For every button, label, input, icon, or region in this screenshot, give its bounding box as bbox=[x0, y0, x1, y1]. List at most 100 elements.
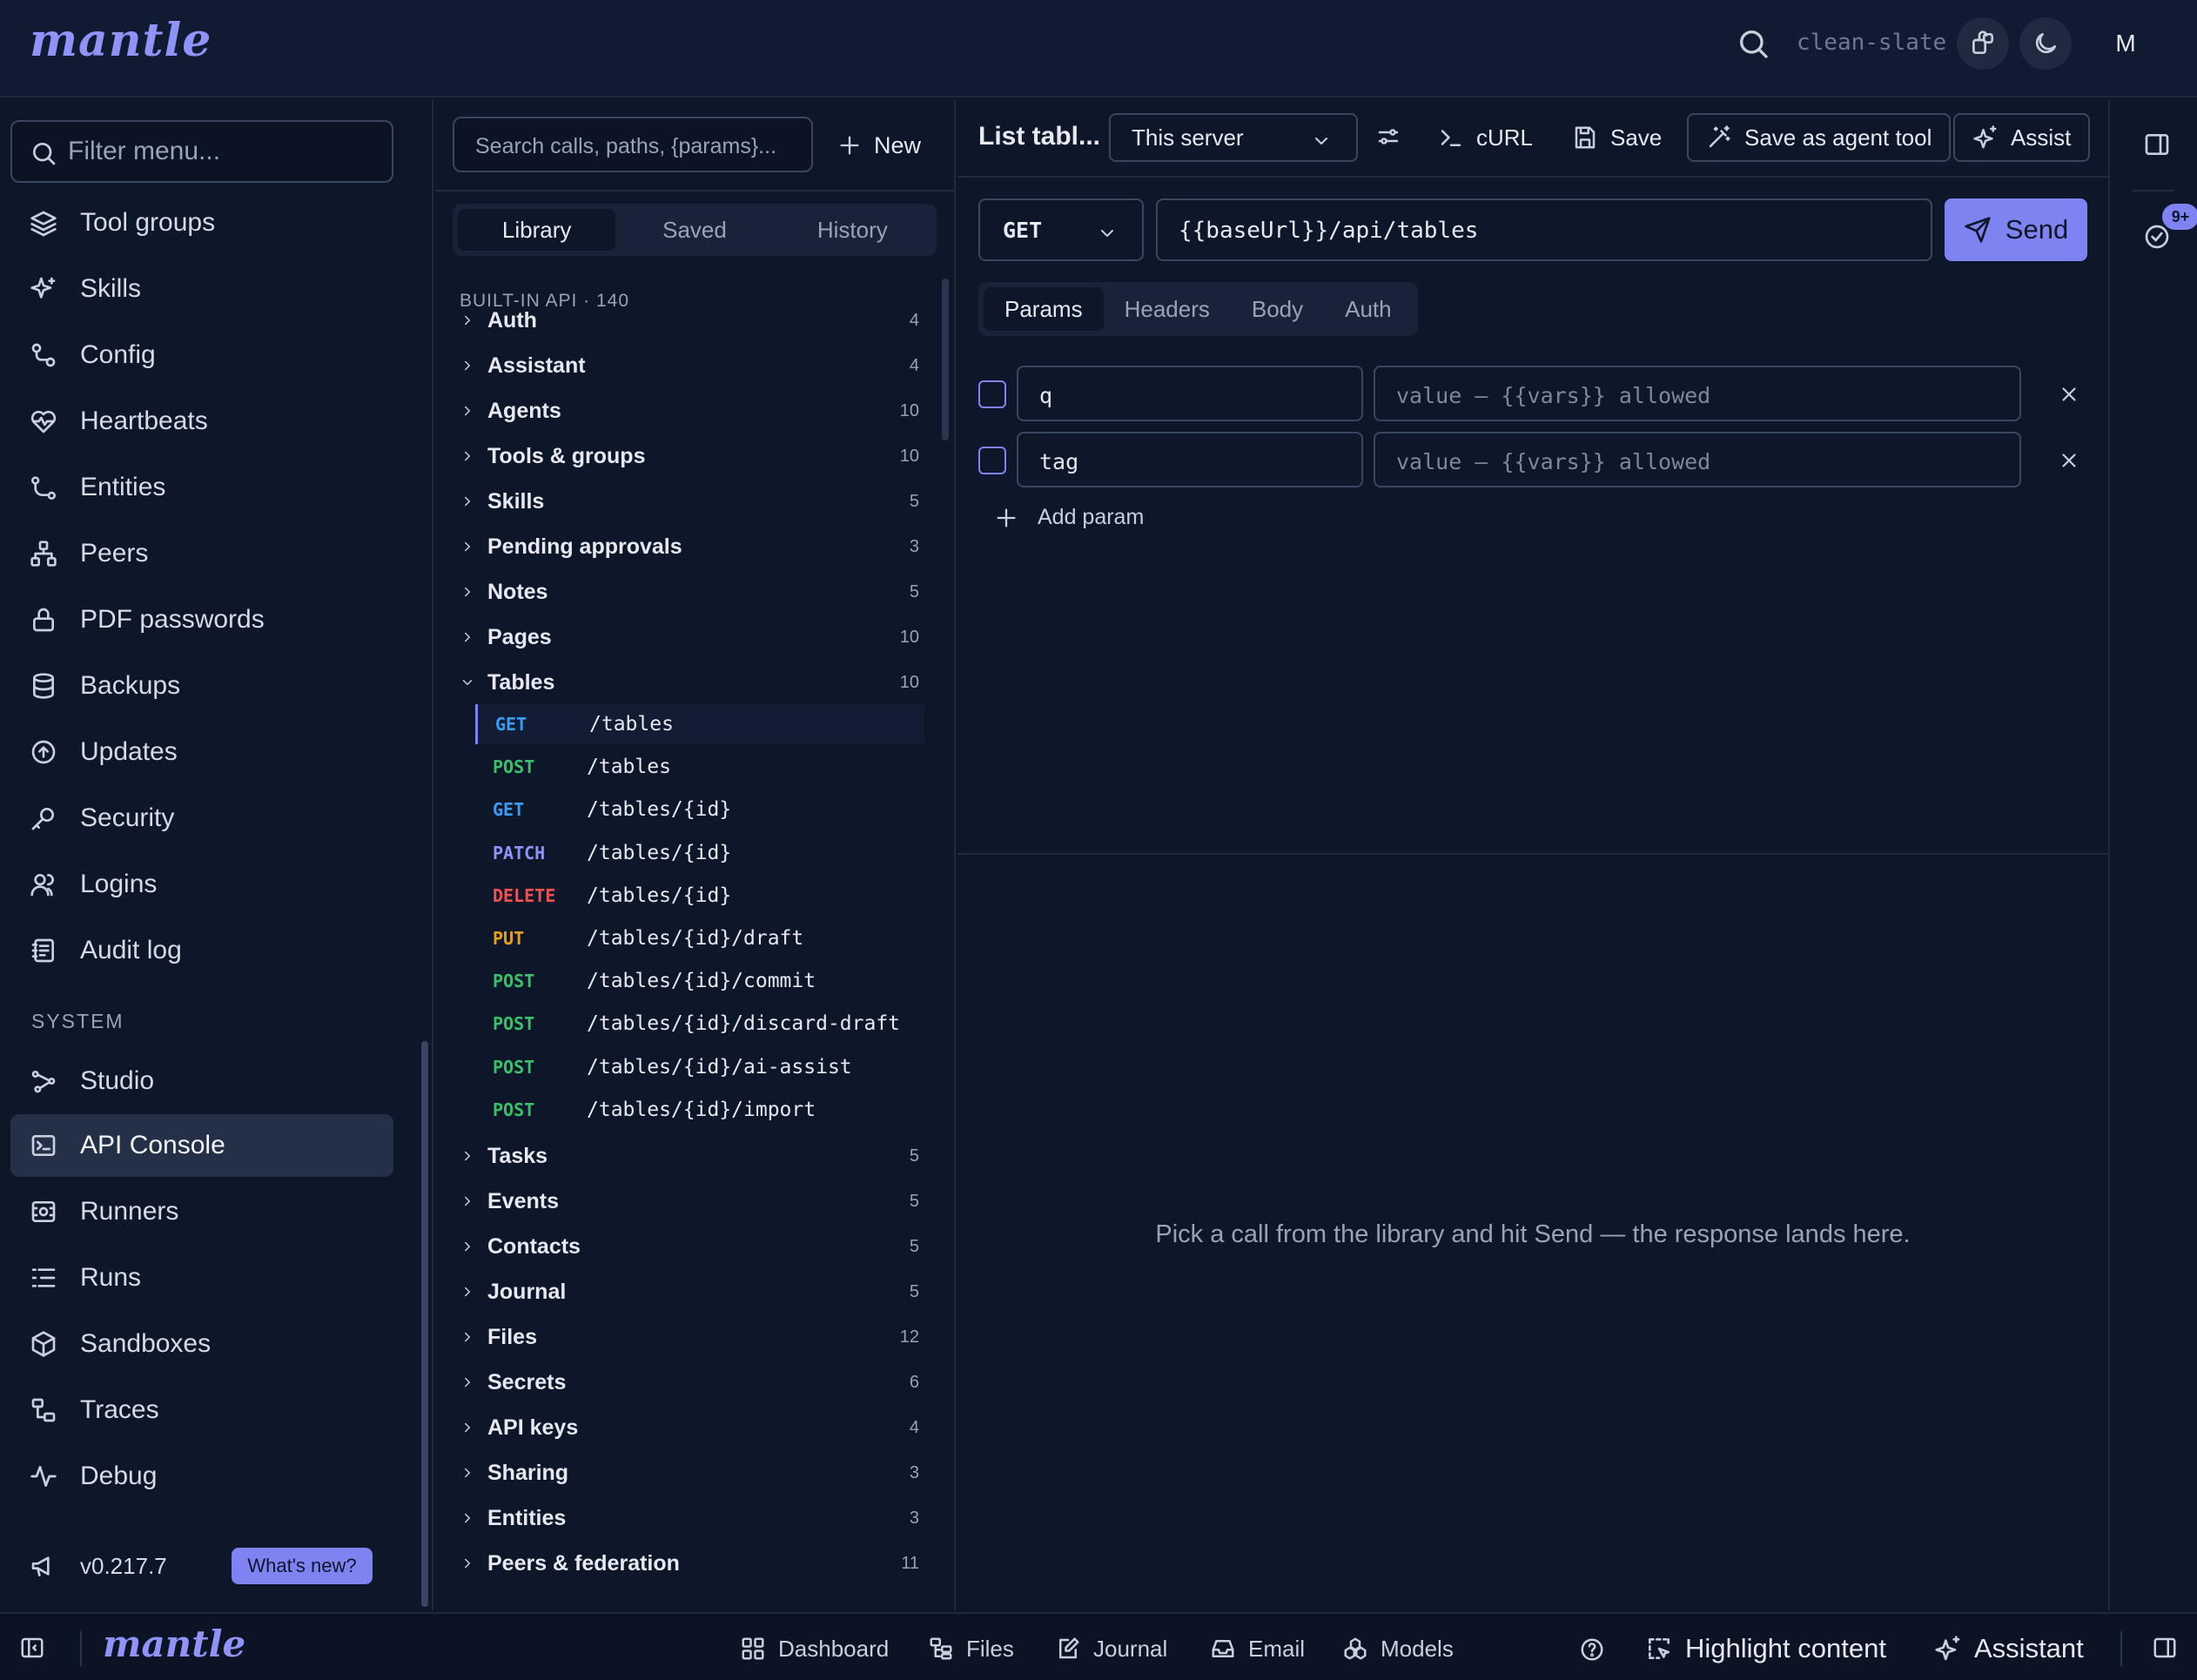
endpoint-item[interactable]: POST/tables bbox=[475, 747, 924, 787]
remove-param-button[interactable] bbox=[2058, 449, 2080, 472]
assistant-button[interactable]: Assistant bbox=[1934, 1630, 2084, 1668]
search-icon[interactable] bbox=[1736, 26, 1770, 61]
sidebar-item-traces[interactable]: Traces bbox=[10, 1379, 393, 1441]
sidebar-item-runs[interactable]: Runs bbox=[10, 1247, 393, 1309]
endpoint-item[interactable]: POST/tables/{id}/import bbox=[475, 1090, 924, 1130]
toggle-panel-button[interactable] bbox=[2143, 131, 2171, 158]
endpoint-item[interactable]: DELETE/tables/{id} bbox=[475, 876, 924, 916]
sidebar-item-entities[interactable]: Entities bbox=[10, 456, 393, 519]
endpoint-item[interactable]: POST/tables/{id}/commit bbox=[475, 961, 924, 1001]
method-select[interactable]: GET bbox=[978, 198, 1144, 261]
footer-link-journal[interactable]: Journal bbox=[1055, 1630, 1167, 1668]
sidebar-item-pdf-passwords[interactable]: PDF passwords bbox=[10, 588, 393, 651]
toggle-assistant-panel-button[interactable] bbox=[2152, 1635, 2178, 1661]
toggle-sidebar-button[interactable] bbox=[19, 1635, 45, 1661]
api-group-contacts[interactable]: Contacts 5 bbox=[458, 1224, 919, 1269]
api-group-skills[interactable]: Skills 5 bbox=[458, 479, 919, 524]
save-as-agent-tool-button[interactable]: Save as agent tool bbox=[1687, 113, 1952, 162]
library-scrollbar[interactable] bbox=[942, 279, 949, 440]
sidebar-item-api-console[interactable]: API Console bbox=[10, 1114, 393, 1177]
sidebar-item-runners[interactable]: Runners bbox=[10, 1180, 393, 1243]
filter-menu-input[interactable] bbox=[68, 131, 381, 172]
highlight-content-button[interactable]: Highlight content bbox=[1645, 1630, 1886, 1668]
api-group-api-keys[interactable]: API keys 4 bbox=[458, 1405, 919, 1450]
api-group-pending-approvals[interactable]: Pending approvals 3 bbox=[458, 524, 919, 569]
sidebar-item-logins[interactable]: Logins bbox=[10, 853, 393, 916]
api-group-peers-federation[interactable]: Peers & federation 11 bbox=[458, 1541, 919, 1586]
sidebar-item-config[interactable]: Config bbox=[10, 324, 393, 386]
tab-saved[interactable]: Saved bbox=[615, 209, 773, 251]
endpoint-item[interactable]: PUT/tables/{id}/draft bbox=[475, 918, 924, 958]
response-divider[interactable] bbox=[957, 853, 2108, 855]
api-group-tasks[interactable]: Tasks 5 bbox=[458, 1133, 919, 1179]
theme-toggle-button[interactable] bbox=[2019, 17, 2072, 70]
sidebar-item-updates[interactable]: Updates bbox=[10, 721, 393, 783]
endpoint-item[interactable]: POST/tables/{id}/ai-assist bbox=[475, 1047, 924, 1087]
tab-body[interactable]: Body bbox=[1231, 287, 1324, 331]
api-group-notes[interactable]: Notes 5 bbox=[458, 569, 919, 615]
request-title[interactable]: List tabl... bbox=[978, 122, 1100, 151]
remove-param-button[interactable] bbox=[2058, 383, 2080, 406]
url-input[interactable]: {{baseUrl}}/api/tables bbox=[1156, 198, 1932, 261]
sidebar-item-studio[interactable]: Studio bbox=[10, 1050, 393, 1112]
api-group-secrets[interactable]: Secrets 6 bbox=[458, 1360, 919, 1405]
workspace-name[interactable]: clean-slate bbox=[1797, 30, 1946, 56]
footer-link-models[interactable]: Models bbox=[1342, 1630, 1454, 1668]
server-select[interactable]: This server bbox=[1109, 113, 1358, 162]
sidebar-item-audit-log[interactable]: Audit log bbox=[10, 919, 393, 982]
tab-history[interactable]: History bbox=[774, 209, 931, 251]
sidebar-item-tool-groups[interactable]: Tool groups bbox=[10, 192, 393, 254]
api-group-pages[interactable]: Pages 10 bbox=[458, 615, 919, 660]
param-enabled-checkbox[interactable] bbox=[978, 380, 1006, 408]
environment-settings-button[interactable] bbox=[1375, 124, 1401, 150]
param-key-input[interactable]: q bbox=[1017, 366, 1363, 421]
api-group-agents[interactable]: Agents 10 bbox=[458, 388, 919, 433]
sidebar-item-peers[interactable]: Peers bbox=[10, 522, 393, 585]
param-value-input[interactable]: value — {{vars}} allowed bbox=[1374, 366, 2021, 421]
filter-menu-field[interactable] bbox=[10, 120, 393, 183]
avatar[interactable]: M bbox=[2100, 17, 2152, 70]
sidebar-item-debug[interactable]: Debug bbox=[10, 1445, 393, 1508]
api-group-journal[interactable]: Journal 5 bbox=[458, 1269, 919, 1314]
api-group-sharing[interactable]: Sharing 3 bbox=[458, 1450, 919, 1495]
endpoint-item[interactable]: GET/tables/{id} bbox=[475, 790, 924, 830]
param-value-input[interactable]: value — {{vars}} allowed bbox=[1374, 432, 2021, 487]
api-group-assistant[interactable]: Assistant 4 bbox=[458, 343, 919, 388]
tab-library[interactable]: Library bbox=[458, 209, 616, 251]
api-group-tables[interactable]: Tables 10 bbox=[458, 660, 919, 705]
param-key-input[interactable]: tag bbox=[1017, 432, 1363, 487]
new-request-button[interactable]: New bbox=[837, 122, 921, 169]
footer-link-email[interactable]: Email bbox=[1210, 1630, 1305, 1668]
library-search-input[interactable]: Search calls, paths, {params}... bbox=[453, 117, 813, 172]
footer-link-dashboard[interactable]: Dashboard bbox=[740, 1630, 889, 1668]
api-group-events[interactable]: Events 5 bbox=[458, 1179, 919, 1224]
sidebar-item-backups[interactable]: Backups bbox=[10, 655, 393, 717]
tab-params[interactable]: Params bbox=[984, 287, 1104, 331]
param-enabled-checkbox[interactable] bbox=[978, 447, 1006, 474]
assist-button[interactable]: Assist bbox=[1953, 113, 2091, 162]
add-param-button[interactable]: Add param bbox=[994, 505, 1144, 530]
send-button[interactable]: Send bbox=[1945, 198, 2087, 261]
sidebar-item-skills[interactable]: Skills bbox=[10, 258, 393, 320]
tab-auth[interactable]: Auth bbox=[1324, 287, 1413, 331]
endpoint-item[interactable]: GET/tables bbox=[475, 704, 924, 744]
api-group-files[interactable]: Files 12 bbox=[458, 1314, 919, 1360]
endpoint-item[interactable]: POST/tables/{id}/discard-draft bbox=[475, 1004, 924, 1044]
api-group-auth[interactable]: Auth 4 bbox=[458, 298, 919, 343]
sidebar-item-heartbeats[interactable]: Heartbeats bbox=[10, 390, 393, 453]
api-group-entities[interactable]: Entities 3 bbox=[458, 1495, 919, 1541]
footer-logo[interactable]: mantle bbox=[103, 1623, 245, 1665]
curl-button[interactable]: cURL bbox=[1438, 113, 1533, 162]
tab-headers[interactable]: Headers bbox=[1104, 287, 1231, 331]
sidebar-item-sandboxes[interactable]: Sandboxes bbox=[10, 1313, 393, 1375]
sidebar-scrollbar[interactable] bbox=[421, 1041, 428, 1607]
footer-link-files[interactable]: Files bbox=[928, 1630, 1014, 1668]
help-button[interactable] bbox=[1579, 1636, 1605, 1663]
integrations-button[interactable] bbox=[1957, 17, 2009, 70]
sidebar-item-security[interactable]: Security bbox=[10, 787, 393, 850]
save-button[interactable]: Save bbox=[1572, 113, 1662, 162]
app-logo[interactable]: mantle bbox=[30, 14, 212, 67]
api-group-tools-groups[interactable]: Tools & groups 10 bbox=[458, 433, 919, 479]
whats-new-button[interactable]: What's new? bbox=[232, 1548, 373, 1584]
endpoint-item[interactable]: PATCH/tables/{id} bbox=[475, 833, 924, 873]
